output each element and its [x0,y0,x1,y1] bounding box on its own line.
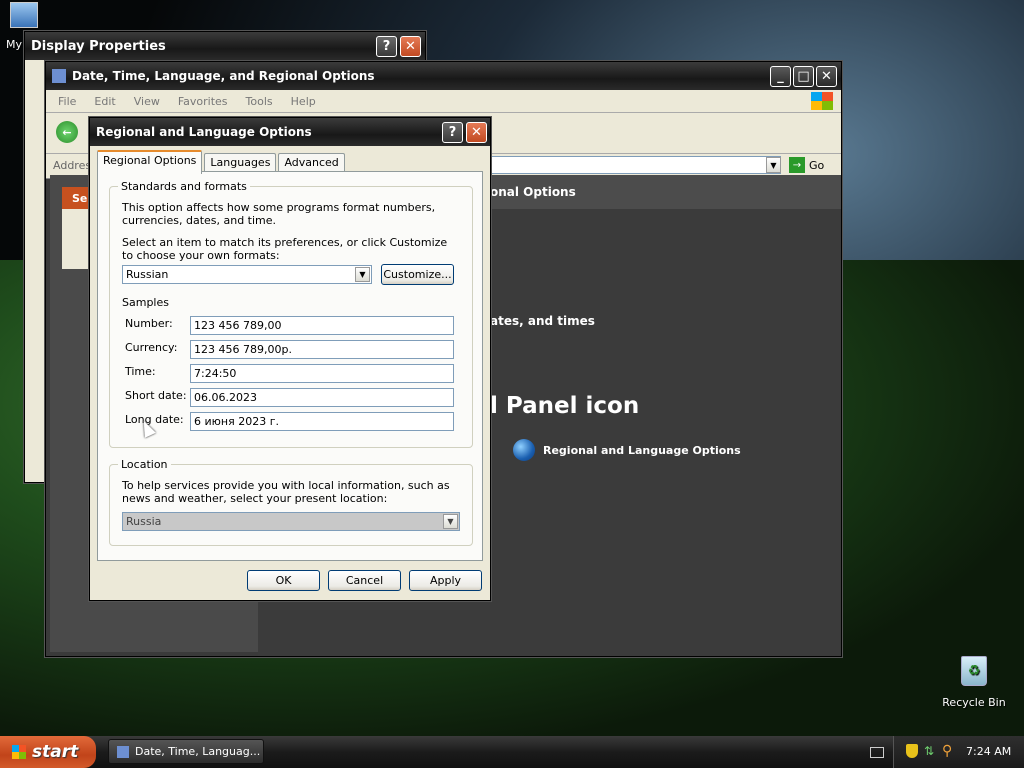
menu-tools[interactable]: Tools [246,95,273,108]
window-icon [117,745,129,758]
window-icon [52,69,66,83]
location-group: Location To help services provide you wi… [109,458,473,546]
standards-group: Standards and formats This option affect… [109,180,473,448]
network-icon[interactable]: ⇅ [924,744,938,758]
display-properties-titlebar[interactable]: Display Properties ? ✕ [25,32,425,60]
sample-time-label: Time: [125,365,156,378]
sample-number-label: Number: [125,317,173,330]
standards-legend: Standards and formats [118,180,250,193]
task-link-dates[interactable]: ates, and times [490,314,595,328]
format-select[interactable]: Russian ▼ [122,265,372,284]
sample-number-value: 123 456 789,00 [190,316,454,335]
search-icon[interactable]: ⚲ [942,743,952,759]
sample-short-date-label: Short date: [125,389,187,402]
select-prompt: Select an item to match its preferences,… [122,236,448,262]
tab-regional-options[interactable]: Regional Options [97,150,203,174]
close-button[interactable]: ✕ [466,122,487,143]
menu-help[interactable]: Help [291,95,316,108]
location-legend: Location [118,458,171,471]
recycle-bin-shortcut[interactable]: ♻ Recycle Bin [940,656,1008,709]
panel-icon-heading: l Panel icon [490,393,640,419]
go-label: Go [809,158,825,172]
security-shield-icon[interactable] [906,744,918,758]
sample-currency-label: Currency: [125,341,178,354]
start-button[interactable]: start [0,736,96,768]
close-button[interactable]: ✕ [400,36,421,57]
dialog-title: Regional and Language Options [96,125,312,139]
menu-bar: File Edit View Favorites Tools Help [46,90,841,113]
my-computer-shortcut[interactable]: My [4,2,44,51]
windows-logo-icon [811,92,833,110]
keyboard-icon[interactable] [870,747,884,758]
regional-options-link[interactable]: Regional and Language Options [513,439,741,461]
regional-options-panel: Standards and formats This option affect… [97,171,483,561]
address-label: Addres [53,159,92,172]
minimize-button[interactable]: _ [770,66,791,87]
display-properties-title: Display Properties [31,38,166,54]
sample-time-value: 7:24:50 [190,364,454,383]
system-tray: ⇅ ⚲ 7:24 AM [893,736,1024,768]
my-computer-label: My [6,38,23,51]
location-description: To help services provide you with local … [122,479,450,505]
dialog-titlebar[interactable]: Regional and Language Options ? ✕ [90,118,490,146]
help-button[interactable]: ? [376,36,397,57]
taskbar-item-label: Date, Time, Languag... [135,745,261,758]
address-input[interactable] [486,156,781,174]
chevron-down-icon[interactable]: ▼ [355,267,370,282]
sample-short-date-value: 06.06.2023 [190,388,454,407]
maximize-button[interactable]: □ [793,66,814,87]
computer-icon [10,2,38,28]
help-button[interactable]: ? [442,122,463,143]
recycle-bin-icon: ♻ [961,656,987,686]
sample-long-date-label: Long date: [125,413,184,426]
content-header-text: onal Options [490,185,576,199]
sample-long-date-value: 6 июня 2023 г. [190,412,454,431]
ok-button[interactable]: OK [247,570,320,591]
go-arrow-icon: → [789,157,805,173]
menu-file[interactable]: File [58,95,76,108]
tab-languages[interactable]: Languages [204,153,277,172]
taskbar: start Date, Time, Languag... ⇅ ⚲ 7:24 AM [0,736,1024,768]
menu-favorites[interactable]: Favorites [178,95,228,108]
control-panel-title: Date, Time, Language, and Regional Optio… [72,69,375,83]
apply-button[interactable]: Apply [409,570,482,591]
back-arrow-icon[interactable]: ← [56,121,78,143]
go-button[interactable]: → Go [789,157,824,173]
cancel-button[interactable]: Cancel [328,570,401,591]
customize-button[interactable]: Customize... [381,264,454,285]
clock[interactable]: 7:24 AM [966,745,1011,758]
tab-advanced[interactable]: Advanced [278,153,345,172]
location-select[interactable]: Russia ▼ [122,512,460,531]
recycle-bin-label: Recycle Bin [942,696,1006,709]
location-select-value: Russia [126,515,162,528]
close-button[interactable]: ✕ [816,66,837,87]
windows-flag-icon [12,745,26,759]
chevron-down-icon[interactable]: ▼ [443,514,458,529]
sample-currency-value: 123 456 789,00р. [190,340,454,359]
globe-icon [513,439,535,461]
menu-edit[interactable]: Edit [94,95,115,108]
regional-link-label: Regional and Language Options [543,443,741,457]
regional-language-dialog[interactable]: Regional and Language Options ? ✕ Region… [89,117,491,601]
standards-description: This option affects how some programs fo… [122,201,436,227]
taskbar-item-control-panel[interactable]: Date, Time, Languag... [108,739,264,764]
samples-label: Samples [122,296,169,309]
format-select-value: Russian [126,268,169,281]
menu-view[interactable]: View [134,95,160,108]
control-panel-titlebar[interactable]: Date, Time, Language, and Regional Optio… [46,62,841,90]
address-dropdown-icon[interactable]: ▼ [766,157,781,173]
start-label: start [32,742,79,762]
